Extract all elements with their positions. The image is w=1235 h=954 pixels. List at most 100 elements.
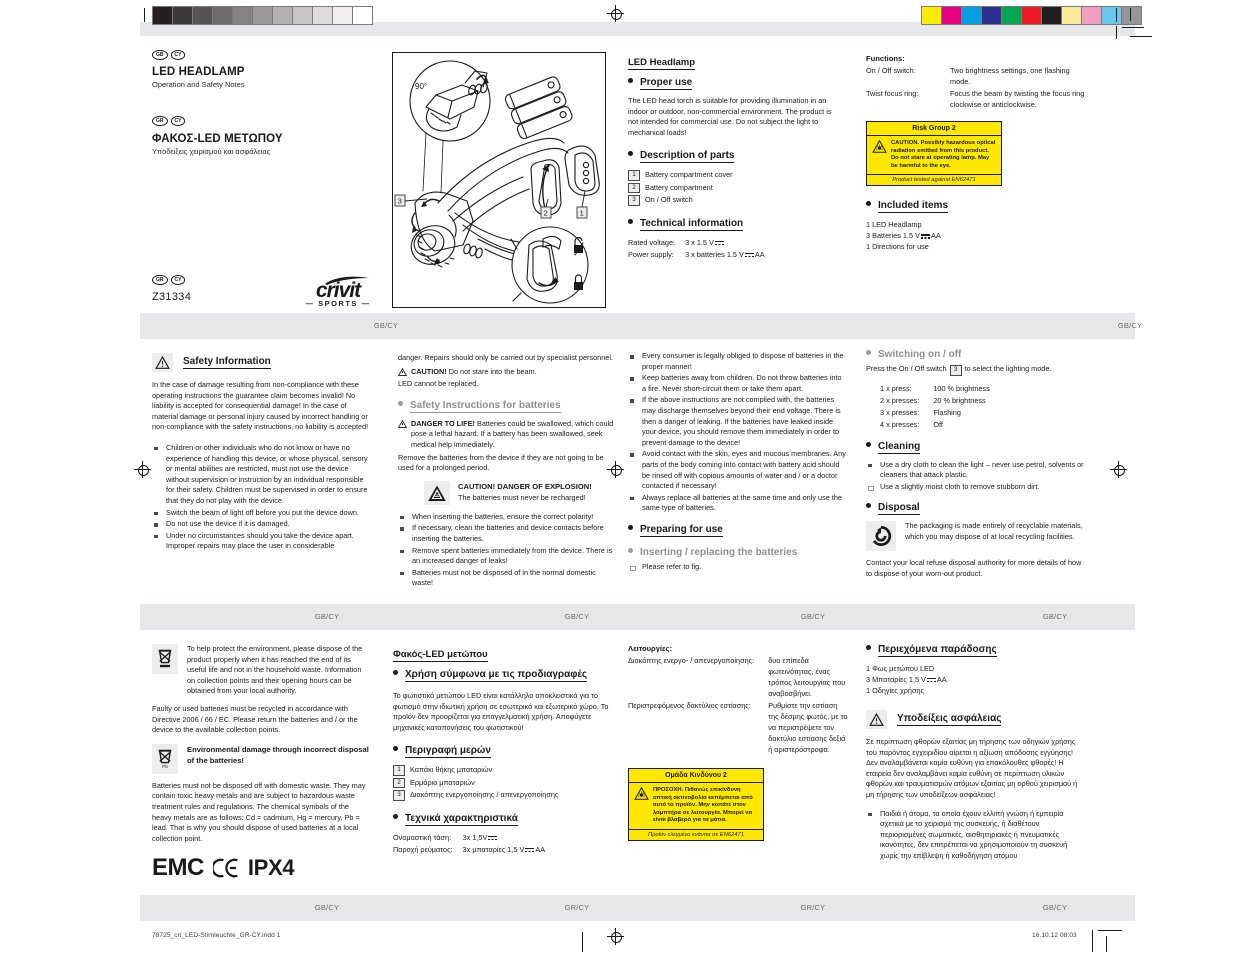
function-key: Twist focus ring: xyxy=(866,89,919,98)
list-item: Please refer to fig. xyxy=(628,562,846,573)
function-key: Διακόπτης ενεργο- / απενεργοποίησης: xyxy=(628,656,755,665)
dc-current-icon xyxy=(525,847,535,853)
proper-use-body: The LED head torch is suitable for provi… xyxy=(628,96,832,137)
swoosh-icon xyxy=(325,276,369,285)
env-damage-row: Pb Environmental damage through incorrec… xyxy=(152,743,370,774)
risk-body-wrap: ΠΡΟΣΟΧΗ. Πιθανώς επικίνδυνη οπτική ακτιν… xyxy=(629,783,763,829)
warning-triangle-icon xyxy=(869,713,884,726)
color-calibration-strip xyxy=(921,6,1142,25)
table-row: 2 x presses: 20 % brightness xyxy=(880,395,990,407)
list-item: 3 Batteries 1.5 V AA xyxy=(866,231,941,241)
risk-row: CAUTION. Possibly hazardous optical radi… xyxy=(872,140,996,170)
color-swatch xyxy=(982,7,1002,24)
recycle-icon-box xyxy=(866,521,896,552)
color-swatch xyxy=(1062,7,1082,24)
badge-gb: GB xyxy=(152,49,168,60)
product-title-en: LED HEADLAMP xyxy=(152,66,245,78)
badge-gr: GR xyxy=(152,116,168,127)
risk-body: ΠΡΟΣΟΧΗ. Πιθανώς επικίνδυνη οπτική ακτιν… xyxy=(653,787,753,824)
part-row: 3 On / Off switch xyxy=(628,194,843,206)
wee-text: To help protect the environment, please … xyxy=(187,644,363,696)
part-row: 2 Ερμάριο μπαταριών xyxy=(393,777,613,789)
gray-swatch xyxy=(153,7,173,24)
gr-functions-column: Λειτουργίες: Διακόπτης ενεργο- / απενεργ… xyxy=(628,644,848,841)
battery-instructions-list: When inserting the batteries, ensure the… xyxy=(398,512,616,589)
part-label: Battery compartment xyxy=(645,182,713,192)
part-row: 2 Battery compartment xyxy=(628,182,843,194)
en-operation-column: Switching on / off Press the On / Off sw… xyxy=(866,349,1084,586)
color-swatch xyxy=(1122,7,1141,24)
mode-key: 4 x presses: xyxy=(880,419,920,429)
table-row: Power supply: 3 x batteries 1.5 V AA xyxy=(628,249,765,261)
caution-beam-row: CAUTION! Do not stare into the beam. xyxy=(398,367,616,378)
gr-included-column: Περιεχόμενα παράδοσης 1 Φως μετώπου LED … xyxy=(866,644,1086,869)
fold-band-3: GB/CY GR/CY GR/CY GB/CY xyxy=(140,895,1135,921)
gray-swatch xyxy=(253,7,273,24)
en-intro-column: LED Headlamp Proper use The LED head tor… xyxy=(628,52,843,269)
part-label: Διακόπτης ενεργοποίησης / απενεργοποίηση… xyxy=(410,790,559,800)
gray-swatch xyxy=(313,7,333,24)
env-damage-title: Environmental damage through incorrect d… xyxy=(187,744,369,766)
list-item: When inserting the batteries, ensure the… xyxy=(398,512,616,523)
crop-mark xyxy=(1130,36,1152,37)
bullet-dot-icon xyxy=(866,441,871,447)
en-battery-safety-column-2: Every consumer is legally obliged to dis… xyxy=(628,351,846,580)
product-subtitle-gr: Υποδείξεις χειρισμού και ασφάλειας xyxy=(152,146,271,156)
footer-timestamp: 16.10.12 08:03 xyxy=(1032,932,1077,939)
ipx-rating: IPX4 xyxy=(247,855,295,881)
heading-safety-information-gr: Υποδείξεις ασφάλειας xyxy=(897,713,1002,726)
gray-swatch xyxy=(213,7,233,24)
warning-icon-box xyxy=(866,710,887,729)
band-label: GB/CY xyxy=(564,612,590,621)
registration-mark xyxy=(1110,461,1127,478)
fold-band-2: GB/CY GB/CY GB/CY GB/CY xyxy=(140,604,1135,630)
list-item: 1 Directions for use xyxy=(866,242,929,252)
part-label: Ερμάριο μπαταριών xyxy=(410,777,475,787)
band-label-gr: GR/CY xyxy=(564,903,590,912)
heading-proper-use: Proper use xyxy=(628,77,843,90)
wee-row: To help protect the environment, please … xyxy=(152,644,370,697)
explosion-icon-box xyxy=(424,480,450,505)
function-value: δυο επίπεδα φωτεινότητας, ένας τρόπος λε… xyxy=(768,656,846,698)
list-item: Remove spent batteries immediately from … xyxy=(398,546,616,567)
bullet-dot-icon xyxy=(393,670,398,675)
list-item: If necessary, clean the batteries and de… xyxy=(398,523,616,544)
en-functions-column: Functions: On / Off switch: Two brightne… xyxy=(866,54,1086,260)
risk-body: CAUTION. Possibly hazardous optical radi… xyxy=(891,140,996,169)
spec-value: 3x 1,5V xyxy=(463,832,545,844)
doc-title-en: LED Headlamp xyxy=(628,57,696,70)
function-value: Focus the beam by twisting the focus rin… xyxy=(950,89,1085,109)
wee-icon-box xyxy=(152,644,178,674)
band-label-gr: GR/CY xyxy=(800,903,826,912)
risk-title: Risk Group 2 xyxy=(867,122,1001,136)
part-label: On / Off switch xyxy=(645,195,693,205)
heading-inserting-batteries: Inserting / replacing the batteries xyxy=(628,547,846,559)
bullet-dot-icon xyxy=(628,547,633,553)
env-damage-body: Batteries must not be disposed off with … xyxy=(152,780,366,843)
included-items-list-gr: 1 Φως μετώπου LED 3 Μπαταρίες 1,5 V AA 1 … xyxy=(866,663,1086,696)
registration-mark xyxy=(607,5,624,22)
svg-text:2: 2 xyxy=(544,209,548,218)
functions-heading: Functions: xyxy=(866,54,905,63)
gray-swatch xyxy=(293,7,313,24)
gray-swatch xyxy=(333,7,353,24)
risk-group-warning-box-en: Risk Group 2 CAUTION. Possibly hazardous… xyxy=(866,121,1002,187)
band-label: GB/CY xyxy=(800,612,826,621)
crivit-logo: crivit — SPORTS — xyxy=(298,276,378,308)
bullet-dot-icon xyxy=(393,813,398,819)
spec-value: 3x μπαταρίες 1,5 V AA xyxy=(462,844,546,854)
danger-text: DANGER TO LIFE! Batteries could be swall… xyxy=(411,418,614,449)
list-item: Children or other individuals who do not… xyxy=(152,443,370,507)
badge-cy: CY xyxy=(170,49,186,60)
bullet-dot-icon xyxy=(628,524,633,530)
list-item: Do not use the device if it is damaged. xyxy=(152,519,370,530)
color-swatch xyxy=(1022,7,1042,24)
part-label: Battery compartment cover xyxy=(645,170,733,180)
list-item: 1 Φως μετώπου LED xyxy=(866,664,935,673)
functions-heading-gr: Λειτουργίες: xyxy=(628,644,673,653)
part-row: 1 Καπάκι θήκης μπαταριών xyxy=(393,764,613,776)
crop-mark xyxy=(1116,26,1117,39)
spec-key: Rated voltage: xyxy=(628,237,676,247)
explosion-text: CAUTION! DANGER OF EXPLOSION! The batteri… xyxy=(458,481,592,502)
switching-intro: Press the On / Off switch 3 to select th… xyxy=(866,364,1084,376)
